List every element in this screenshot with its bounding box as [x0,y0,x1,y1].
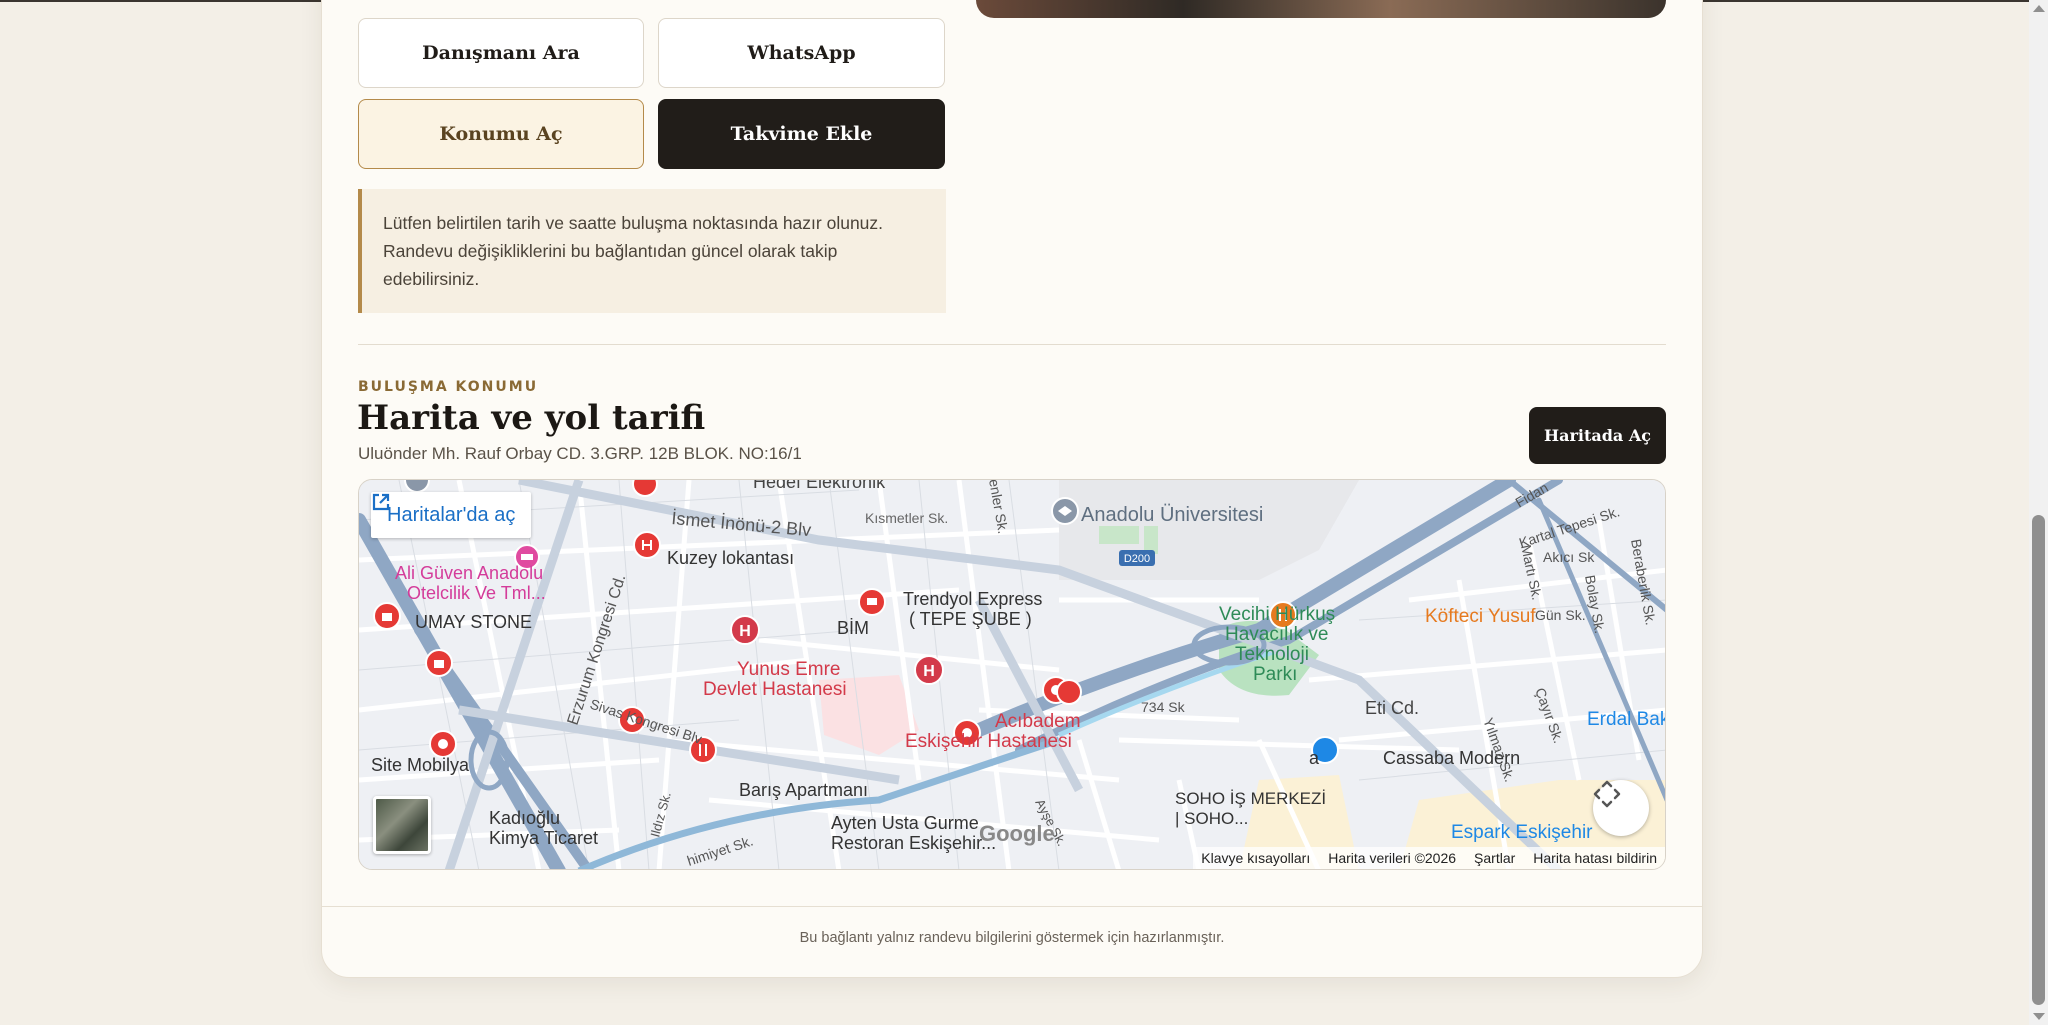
svg-text:H: H [923,663,935,680]
map-label: Devlet Hastanesi [703,679,847,700]
advisor-photo [976,0,1666,18]
meeting-address: Uluönder Mh. Rauf Orbay CD. 3.GRP. 12B B… [358,444,802,463]
satellite-toggle[interactable] [373,796,431,854]
open-location-button[interactable]: Konumu Aç [358,99,644,169]
map-label: Espark Eskişehir [1451,822,1593,843]
map-label: ( TEPE ŞUBE ) [909,609,1032,629]
map-label: Akıcı Sk [1543,549,1595,565]
open-in-maps-label: Haritalar'da aç [387,503,516,526]
map-label: Kimya Ticaret [489,828,598,848]
fullscreen-icon [1593,780,1621,808]
add-calendar-button[interactable]: Takvime Ekle [658,99,945,169]
map-label: D200 [1124,553,1150,565]
map-label: Anadolu Üniversitesi [1081,504,1263,526]
map-label: Otelcilik Ve Tml... [407,583,546,603]
map-label: Ali Güven Anadolu [395,563,543,583]
map-embed[interactable]: D200 H H Anadolu Üniversitesi Hedef Elek… [358,479,1666,870]
map-label: Köfteci Yusuf [1425,606,1536,627]
keyboard-shortcuts-link[interactable]: Klavye kısayolları [1201,850,1310,866]
section-eyebrow: BULUŞMA KONUMU [358,379,539,395]
map-label: UMAY STONE [415,612,532,632]
map-label: Trendyol Express [903,589,1042,609]
map-label: Kuzey lokantası [667,548,794,568]
map-label: 734 Sk [1141,699,1186,715]
external-link-icon [372,493,390,511]
call-advisor-button[interactable]: Danışmanı Ara [358,18,644,88]
map-label: Havacılık ve [1225,624,1328,645]
map-canvas[interactable]: D200 H H Anadolu Üniversitesi Hedef Elek… [359,480,1666,870]
map-label: Yunus Emre [737,659,841,680]
map-label: Kadıoğlu [489,808,560,828]
footer-text: Bu bağlantı yalnız randevu bilgilerini g… [799,930,1225,946]
map-label: BİM [837,618,869,638]
note-line: Randevu değişikliklerini bu bağlantıdan … [383,241,838,261]
map-label: Gün Sk. [1535,607,1586,623]
scroll-down-arrow[interactable] [2033,1013,2045,1020]
map-label: Acıbadem [995,711,1081,732]
map-label: | SOHO... [1175,809,1248,828]
scroll-up-arrow[interactable] [2033,5,2045,12]
open-in-map-button[interactable]: Haritada Aç [1529,407,1666,464]
svg-text:H: H [739,623,751,640]
terms-link[interactable]: Şartlar [1474,850,1515,866]
map-label: Eskişehir Hastanesi [905,731,1072,752]
section-title: Harita ve yol tarifi [357,398,706,438]
note-line: edebilirsiniz. [383,269,480,289]
map-label: Kısmetler Sk. [865,510,948,526]
report-map-error-link[interactable]: Harita hatası bildirin [1533,850,1657,866]
map-label: SOHO İŞ MERKEZİ [1175,789,1326,808]
map-label: Site Mobilya [371,755,470,775]
map-attribution: Klavye kısayolları Harita verileri ©2026… [1193,847,1665,869]
section-divider [358,344,1666,345]
fullscreen-button[interactable] [1593,780,1649,836]
page-scrollbar[interactable] [2029,0,2048,1025]
map-label: Ayten Usta Gurme [831,813,979,833]
map-label: Restoran Eskişehir... [831,833,996,853]
map-label: Hedef Elektronik [753,480,886,492]
map-label: Vecihi Hürkuş [1219,604,1335,625]
open-in-maps-link[interactable]: Haritalar'da aç [371,492,532,538]
map-label: Teknoloji [1235,644,1309,665]
map-label: Eti Cd. [1365,698,1419,718]
whatsapp-button[interactable]: WhatsApp [658,18,945,88]
footer-divider [322,906,1702,907]
map-label: Erdal Bakk [1587,709,1666,730]
google-logo: Google [979,821,1055,846]
map-data-label: Harita verileri ©2026 [1328,850,1457,866]
scroll-thumb[interactable] [2032,515,2045,1005]
note-line: Lütfen belirtilen tarih ve saatte buluşm… [383,213,884,233]
map-label: Barış Apartmanı [739,780,868,800]
info-note: Lütfen belirtilen tarih ve saatte buluşm… [358,189,946,313]
map-label: a [1309,748,1320,768]
map-label: Parkı [1253,664,1297,685]
